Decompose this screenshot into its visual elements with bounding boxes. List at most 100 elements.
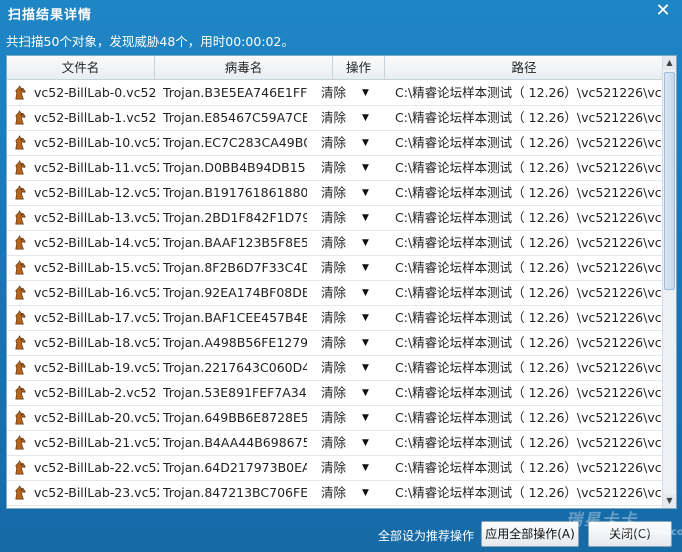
results-table: 文件名 病毒名 操作 路径 vc52-BillLab-0.vc52 Trojan.… bbox=[6, 55, 677, 509]
scroll-thumb[interactable] bbox=[664, 72, 675, 290]
table-row[interactable]: vc52-BillLab-14.vc52 Trojan.BAAF123B5F8E5… bbox=[7, 231, 663, 256]
file-path: C:\精睿论坛样本测试（ 12.26）\vc521226\vc52 bbox=[395, 285, 663, 300]
table-row[interactable]: vc52-BillLab-15.vc52 Trojan.8F2B6D7F33C4D… bbox=[7, 256, 663, 281]
file-name: vc52-BillLab-21.vc52 bbox=[34, 435, 159, 450]
file-name: vc52-BillLab-20.vc52 bbox=[34, 410, 159, 425]
trojan-horse-icon bbox=[13, 131, 31, 155]
virus-name: Trojan.B4AA44B698675D bbox=[163, 435, 307, 450]
trojan-horse-icon bbox=[13, 406, 31, 430]
trojan-horse-icon bbox=[13, 456, 31, 480]
dropdown-arrow-icon[interactable]: ▼ bbox=[362, 231, 374, 255]
file-name: vc52-BillLab-22.vc52 bbox=[34, 460, 159, 475]
file-path: C:\精睿论坛样本测试（ 12.26）\vc521226\vc52 bbox=[395, 435, 663, 450]
file-name: vc52-BillLab-11.vc52 bbox=[34, 160, 159, 175]
table-row[interactable]: vc52-BillLab-0.vc52 Trojan.B3E5EA746E1FF2… bbox=[7, 81, 663, 106]
file-path: C:\精睿论坛样本测试（ 12.26）\vc521226\vc52 bbox=[395, 335, 663, 350]
virus-name: Trojan.649BB6E8728E56 bbox=[163, 410, 307, 425]
table-row[interactable]: vc52-BillLab-10.vc52 Trojan.EC7C283CA49B0… bbox=[7, 131, 663, 156]
file-path: C:\精睿论坛样本测试（ 12.26）\vc521226\vc52 bbox=[395, 410, 663, 425]
file-path: C:\精睿论坛样本测试（ 12.26）\vc521226\vc52 bbox=[395, 235, 663, 250]
column-header-action[interactable]: 操作 bbox=[333, 56, 385, 80]
dropdown-arrow-icon[interactable]: ▼ bbox=[362, 281, 374, 305]
table-row[interactable]: vc52-BillLab-1.vc52 Trojan.E85467C59A7CBE… bbox=[7, 106, 663, 131]
table-row[interactable]: vc52-BillLab-21.vc52 Trojan.B4AA44B698675… bbox=[7, 431, 663, 456]
file-path: C:\精睿论坛样本测试（ 12.26）\vc521226\vc52 bbox=[395, 110, 663, 125]
file-path: C:\精睿论坛样本测试（ 12.26）\vc521226\vc52 bbox=[395, 160, 663, 175]
file-path: C:\精睿论坛样本测试（ 12.26）\vc521226\vc52 bbox=[395, 210, 663, 225]
table-row[interactable]: vc52-BillLab-22.vc52 Trojan.64D217973B0EA… bbox=[7, 456, 663, 481]
file-name: vc52-BillLab-19.vc52 bbox=[34, 360, 159, 375]
table-row[interactable]: vc52-BillLab-11.vc52 Trojan.D0BB4B94DB151… bbox=[7, 156, 663, 181]
vertical-scrollbar[interactable]: ▲ ▼ bbox=[662, 56, 676, 508]
file-name: vc52-BillLab-15.vc52 bbox=[34, 260, 159, 275]
virus-name: Trojan.BAAF123B5F8E5B bbox=[163, 235, 307, 250]
dropdown-arrow-icon[interactable]: ▼ bbox=[362, 81, 374, 105]
trojan-horse-icon bbox=[13, 281, 31, 305]
trojan-horse-icon bbox=[13, 106, 31, 130]
dropdown-arrow-icon[interactable]: ▼ bbox=[362, 206, 374, 230]
table-row[interactable]: vc52-BillLab-12.vc52 Trojan.B191761861880… bbox=[7, 181, 663, 206]
dropdown-arrow-icon[interactable]: ▼ bbox=[362, 331, 374, 355]
dropdown-arrow-icon[interactable]: ▼ bbox=[362, 481, 374, 505]
virus-name: Trojan.EC7C283CA49B08 bbox=[163, 135, 307, 150]
virus-name: Trojan.B19176186188038 bbox=[163, 185, 307, 200]
dropdown-arrow-icon[interactable]: ▼ bbox=[362, 256, 374, 280]
close-icon[interactable]: ✕ bbox=[654, 0, 672, 22]
table-row[interactable]: vc52-BillLab-19.vc52 Trojan.2217643C060D4… bbox=[7, 356, 663, 381]
trojan-horse-icon bbox=[13, 381, 31, 405]
dropdown-arrow-icon[interactable]: ▼ bbox=[362, 431, 374, 455]
file-name: vc52-BillLab-2.vc52 bbox=[34, 385, 157, 400]
watermark-url: www.ikaka.com bbox=[606, 527, 682, 538]
file-path: C:\精睿论坛样本测试（ 12.26）\vc521226\vc52 bbox=[395, 385, 663, 400]
trojan-horse-icon bbox=[13, 181, 31, 205]
file-name: vc52-BillLab-17.vc52 bbox=[34, 310, 159, 325]
file-path: C:\精睿论坛样本测试（ 12.26）\vc521226\vc52 bbox=[395, 360, 663, 375]
trojan-horse-icon bbox=[13, 431, 31, 455]
table-row[interactable]: vc52-BillLab-18.vc52 Trojan.A498B56FE1279… bbox=[7, 331, 663, 356]
table-row[interactable]: vc52-BillLab-23.vc52 Trojan.847213BC706FE… bbox=[7, 481, 663, 506]
dropdown-arrow-icon[interactable]: ▼ bbox=[362, 181, 374, 205]
table-row[interactable]: vc52-BillLab-20.vc52 Trojan.649BB6E8728E5… bbox=[7, 406, 663, 431]
apply-all-button[interactable]: 应用全部操作(A) bbox=[481, 521, 579, 547]
file-name: vc52-BillLab-16.vc52 bbox=[34, 285, 159, 300]
column-header-path[interactable]: 路径 bbox=[385, 56, 663, 80]
virus-name: Trojan.8F2B6D7F33C4DD bbox=[163, 260, 307, 275]
dropdown-arrow-icon[interactable]: ▼ bbox=[362, 406, 374, 430]
virus-name: Trojan.2217643C060D45 bbox=[163, 360, 307, 375]
scroll-up-icon[interactable]: ▲ bbox=[663, 56, 676, 70]
dropdown-arrow-icon[interactable]: ▼ bbox=[362, 156, 374, 180]
virus-name: Trojan.D0BB4B94DB1511 bbox=[163, 160, 307, 175]
column-header-filename[interactable]: 文件名 bbox=[7, 56, 155, 80]
table-row[interactable]: vc52-BillLab-2.vc52 Trojan.53E891FEF7A34F… bbox=[7, 381, 663, 406]
file-path: C:\精睿论坛样本测试（ 12.26）\vc521226\vc52 bbox=[395, 185, 663, 200]
dropdown-arrow-icon[interactable]: ▼ bbox=[362, 456, 374, 480]
virus-name: Trojan.A498B56FE1279F6 bbox=[163, 335, 307, 350]
file-name: vc52-BillLab-12.vc52 bbox=[34, 185, 159, 200]
set-recommended-link[interactable]: 全部设为推荐操作 bbox=[378, 527, 474, 544]
trojan-horse-icon bbox=[13, 206, 31, 230]
file-path: C:\精睿论坛样本测试（ 12.26）\vc521226\vc52 bbox=[395, 485, 663, 500]
dropdown-arrow-icon[interactable]: ▼ bbox=[362, 381, 374, 405]
virus-name: Trojan.53E891FEF7A34F bbox=[163, 385, 307, 400]
file-path: C:\精睿论坛样本测试（ 12.26）\vc521226\vc52 bbox=[395, 135, 663, 150]
dropdown-arrow-icon[interactable]: ▼ bbox=[362, 356, 374, 380]
file-name: vc52-BillLab-1.vc52 bbox=[34, 110, 157, 125]
trojan-horse-icon bbox=[13, 231, 31, 255]
dropdown-arrow-icon[interactable]: ▼ bbox=[362, 131, 374, 155]
file-name: vc52-BillLab-14.vc52 bbox=[34, 235, 159, 250]
column-header-virusname[interactable]: 病毒名 bbox=[155, 56, 333, 80]
dropdown-arrow-icon[interactable]: ▼ bbox=[362, 306, 374, 330]
scroll-down-icon[interactable]: ▼ bbox=[663, 494, 676, 508]
table-row[interactable]: vc52-BillLab-17.vc52 Trojan.BAF1CEE457B4B… bbox=[7, 306, 663, 331]
virus-name: Trojan.2BD1F842F1D79E bbox=[163, 210, 307, 225]
virus-name: Trojan.BAF1CEE457B4BD bbox=[163, 310, 307, 325]
file-path: C:\精睿论坛样本测试（ 12.26）\vc521226\vc52 bbox=[395, 260, 663, 275]
table-row[interactable]: vc52-BillLab-16.vc52 Trojan.92EA174BF08DB… bbox=[7, 281, 663, 306]
virus-name: Trojan.B3E5EA746E1FF2I bbox=[163, 85, 307, 100]
file-path: C:\精睿论坛样本测试（ 12.26）\vc521226\vc52 bbox=[395, 460, 663, 475]
trojan-horse-icon bbox=[13, 81, 31, 105]
dropdown-arrow-icon[interactable]: ▼ bbox=[362, 106, 374, 130]
file-name: vc52-BillLab-18.vc52 bbox=[34, 335, 159, 350]
table-row[interactable]: vc52-BillLab-13.vc52 Trojan.2BD1F842F1D79… bbox=[7, 206, 663, 231]
table-header: 文件名 病毒名 操作 路径 bbox=[7, 56, 663, 80]
